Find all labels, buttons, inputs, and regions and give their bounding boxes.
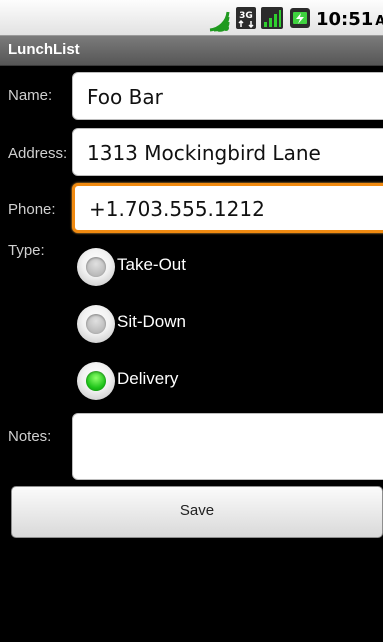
name-label: Name:: [8, 87, 53, 104]
clock-ampm: AM: [375, 14, 383, 29]
radio-button[interactable]: [77, 362, 115, 400]
status-bar: 3G 10:51AM: [0, 0, 383, 36]
name-value: Foo Bar: [87, 85, 163, 109]
type-label: Type:: [8, 242, 45, 259]
clock: 10:51AM: [316, 9, 383, 30]
address-value: 1313 Mockingbird Lane: [87, 141, 321, 165]
phone-value: +1.703.555.1212: [89, 197, 265, 221]
radio-delivery-label: Delivery: [117, 369, 179, 388]
title-bar: LunchList: [0, 36, 383, 66]
radio-indicator: [86, 314, 106, 334]
phone-label: Phone:: [8, 201, 56, 218]
radio-button[interactable]: [77, 305, 115, 343]
radio-delivery[interactable]: Delivery: [77, 362, 277, 402]
address-field[interactable]: 1313 Mockingbird Lane: [72, 128, 383, 176]
battery-glyph: [288, 6, 312, 30]
app-title: LunchList: [8, 41, 80, 58]
save-button[interactable]: Save: [11, 486, 383, 538]
3g-data-icon: 3G: [236, 7, 256, 29]
radio-sit-down-label: Sit-Down: [117, 312, 186, 331]
radio-indicator-selected: [86, 371, 106, 391]
radio-sit-down[interactable]: Sit-Down: [77, 305, 277, 345]
phone-field[interactable]: +1.703.555.1212: [72, 183, 383, 233]
wifi-icon: [209, 11, 230, 32]
radio-button[interactable]: [77, 248, 115, 286]
notes-label: Notes:: [8, 428, 52, 445]
radio-take-out-label: Take-Out: [117, 255, 186, 274]
save-button-label: Save: [179, 502, 215, 519]
notes-field[interactable]: [72, 413, 383, 480]
radio-indicator: [86, 257, 106, 277]
svg-text:3G: 3G: [239, 11, 253, 21]
clock-time: 10:51: [316, 9, 374, 30]
signal-bars-icon: [261, 7, 283, 29]
radio-take-out[interactable]: Take-Out: [77, 248, 277, 288]
address-label: Address:: [8, 145, 68, 162]
name-field[interactable]: Foo Bar: [72, 72, 383, 120]
